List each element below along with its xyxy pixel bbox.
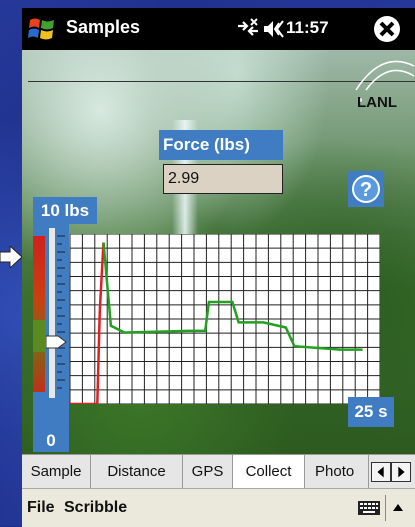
scale-ticks xyxy=(57,235,65,389)
keyboard-icon[interactable] xyxy=(357,498,381,518)
menu-file[interactable]: File xyxy=(27,489,55,527)
threshold-slider-track[interactable] xyxy=(49,228,55,398)
tab-gps[interactable]: GPS xyxy=(183,455,233,489)
help-icon[interactable]: ? xyxy=(348,171,384,207)
app-title: Samples xyxy=(66,17,141,37)
connectivity-icon[interactable] xyxy=(235,17,261,41)
threshold-slider-thumb[interactable] xyxy=(46,334,68,350)
volume-icon[interactable] xyxy=(262,18,284,40)
force-value-field: 2.99 xyxy=(163,164,283,194)
tab-sample[interactable]: Sample xyxy=(22,455,91,489)
force-level-bar-green xyxy=(33,320,45,352)
pocket-pc-screen: Samples 11:57 LANL Force (lbs) 2.99 ? 10… xyxy=(22,8,415,527)
force-chart xyxy=(70,234,380,404)
windows-start-icon[interactable] xyxy=(28,16,56,42)
tab-distance[interactable]: Distance xyxy=(91,455,183,489)
tab-scroll-left-icon[interactable] xyxy=(371,462,391,482)
tab-scroll-right-icon[interactable] xyxy=(391,462,411,482)
scale-min-label: 0 xyxy=(33,430,69,452)
close-icon[interactable] xyxy=(372,14,402,44)
tab-bar: Sample Distance GPS Collect Photo xyxy=(22,454,415,489)
force-meter xyxy=(33,224,69,430)
duration-label: 25 s xyxy=(348,397,394,427)
logo-text: LANL xyxy=(357,94,397,111)
force-label: Force (lbs) xyxy=(159,130,283,160)
svg-text:?: ? xyxy=(360,179,372,201)
tab-photo[interactable]: Photo xyxy=(305,455,369,489)
arrow-pointer-icon xyxy=(0,246,22,268)
tab-collect[interactable]: Collect xyxy=(233,455,305,489)
force-level-bar xyxy=(33,236,45,392)
input-panel-arrow-icon[interactable] xyxy=(385,495,410,521)
clock[interactable]: 11:57 xyxy=(286,18,329,38)
scale-max-label: 10 lbs xyxy=(33,197,97,224)
title-bar: Samples 11:57 xyxy=(22,8,415,50)
collect-panel: LANL Force (lbs) 2.99 ? 10 lbs 0 25 s xyxy=(22,50,415,454)
menu-scribble[interactable]: Scribble xyxy=(64,489,127,527)
menu-bar: File Scribble xyxy=(22,488,415,527)
